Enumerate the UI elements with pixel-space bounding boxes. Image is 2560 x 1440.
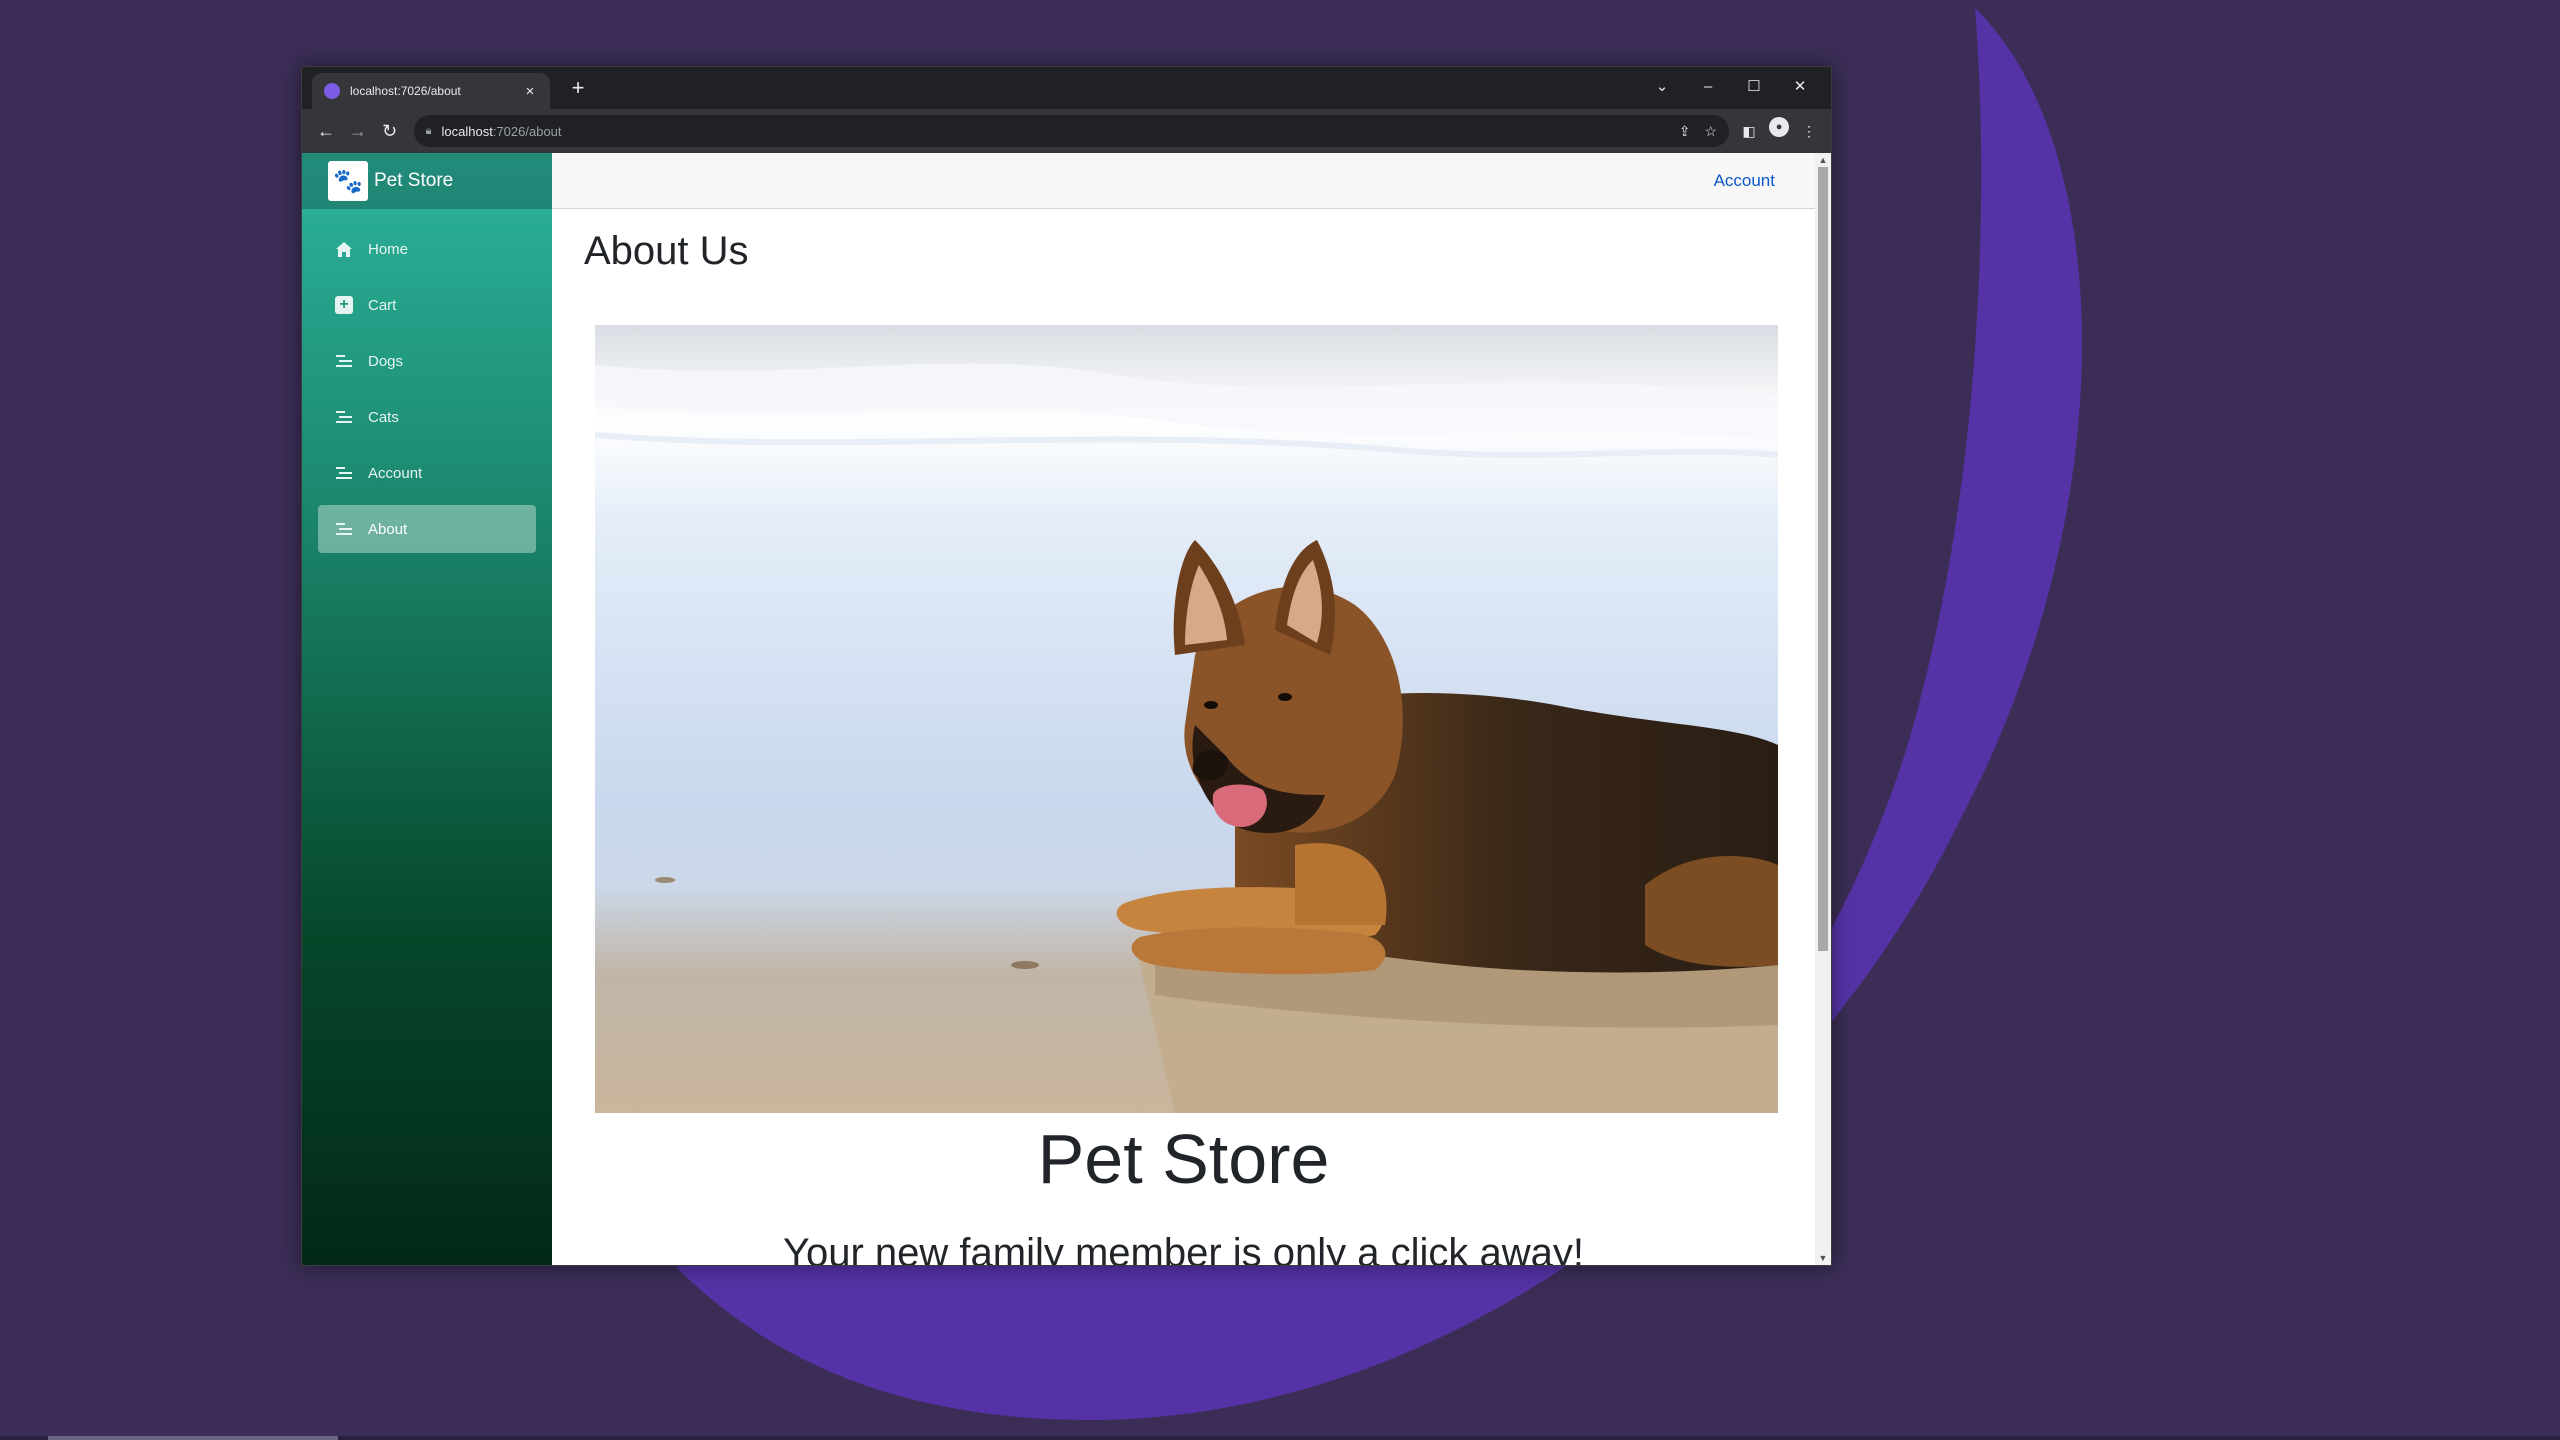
sidebar-item-label: About <box>368 520 408 538</box>
back-button[interactable]: ← <box>310 115 342 147</box>
sidebar-item-label: Account <box>368 464 423 482</box>
dog-photo-illustration <box>595 325 1778 1113</box>
page-scrollbar[interactable]: ▲ ▼ <box>1815 153 1831 1265</box>
scroll-thumb[interactable] <box>1818 167 1828 951</box>
share-icon[interactable]: ⇪ <box>1679 123 1691 140</box>
taskbar-strip <box>0 1436 2560 1440</box>
sidebar-item-account[interactable]: Account <box>318 449 536 497</box>
tab-strip: localhost:7026/about × + ⌄ – ☐ ✕ <box>302 67 1831 109</box>
sidebar-item-label: Cart <box>368 296 397 314</box>
taskbar-active-indicator <box>48 1436 338 1440</box>
side-panel-icon[interactable]: ◧ <box>1735 117 1763 145</box>
browser-menu-icon[interactable]: ⋮ <box>1795 117 1823 145</box>
plus-square-icon: + <box>334 295 354 315</box>
main-content: Account About Us Pet Store Your new fami… <box>552 153 1815 1265</box>
sidebar-item-home[interactable]: Home <box>318 225 536 273</box>
hero-dog-image <box>595 325 1778 1113</box>
address-bar[interactable]: 🔒︎ localhost:7026/about ⇪ ☆ <box>413 115 1730 147</box>
close-tab-icon[interactable]: × <box>522 83 538 100</box>
url-path: :7026/about <box>492 123 562 139</box>
page-title: About Us <box>584 229 749 273</box>
sidebar: 🐾 Pet Store Home + Cart Dogs Cats Accoun… <box>302 153 552 1265</box>
sidebar-item-label: Home <box>368 240 409 258</box>
brand-logo: 🐾 <box>328 161 368 201</box>
forward-button[interactable]: → <box>342 115 374 147</box>
sidebar-nav: Home + Cart Dogs Cats Account About <box>302 209 552 553</box>
list-icon <box>334 407 354 427</box>
tab-title: localhost:7026/about <box>350 84 461 98</box>
scroll-up-arrow-icon[interactable]: ▲ <box>1815 153 1831 167</box>
home-icon <box>334 239 354 259</box>
tagline: Your new family member is only a click a… <box>782 1231 1585 1265</box>
new-tab-button[interactable]: + <box>564 75 592 101</box>
brand[interactable]: 🐾 Pet Store <box>302 153 552 209</box>
browser-toolbar: ← → ↻ 🔒︎ localhost:7026/about ⇪ ☆ ◧ ● ⋮ <box>302 109 1831 153</box>
bookmark-star-icon[interactable]: ☆ <box>1704 123 1717 140</box>
store-title: Pet Store <box>1037 1120 1330 1198</box>
reload-button[interactable]: ↻ <box>374 115 406 147</box>
list-icon <box>334 519 354 539</box>
sidebar-item-cart[interactable]: + Cart <box>318 281 536 329</box>
minimize-button[interactable]: – <box>1685 71 1731 101</box>
tab-search-chevron-icon[interactable]: ⌄ <box>1639 71 1685 101</box>
lock-icon[interactable]: 🔒︎ <box>426 125 432 138</box>
sidebar-item-cats[interactable]: Cats <box>318 393 536 441</box>
url-text: localhost:7026/about <box>442 124 562 139</box>
top-row: Account <box>552 153 1815 209</box>
page-viewport: 🐾 Pet Store Home + Cart Dogs Cats Accoun… <box>302 153 1831 1265</box>
window-controls: ⌄ – ☐ ✕ <box>1639 71 1823 101</box>
close-window-button[interactable]: ✕ <box>1777 71 1823 101</box>
url-host: localhost <box>441 123 493 139</box>
scroll-down-arrow-icon[interactable]: ▼ <box>1815 1251 1831 1265</box>
sidebar-item-label: Cats <box>368 408 399 426</box>
list-icon <box>334 463 354 483</box>
profile-avatar-icon[interactable]: ● <box>1769 117 1790 137</box>
sidebar-item-dogs[interactable]: Dogs <box>318 337 536 385</box>
sidebar-item-label: Dogs <box>368 352 404 370</box>
brand-name: Pet Store <box>374 170 454 191</box>
sidebar-item-about[interactable]: About <box>318 505 536 553</box>
list-icon <box>334 351 354 371</box>
favicon-icon <box>324 83 340 99</box>
browser-tab[interactable]: localhost:7026/about × <box>312 73 550 109</box>
maximize-button[interactable]: ☐ <box>1731 71 1777 101</box>
account-link[interactable]: Account <box>1714 171 1775 191</box>
browser-window: localhost:7026/about × + ⌄ – ☐ ✕ ← → ↻ 🔒… <box>301 66 1832 1266</box>
